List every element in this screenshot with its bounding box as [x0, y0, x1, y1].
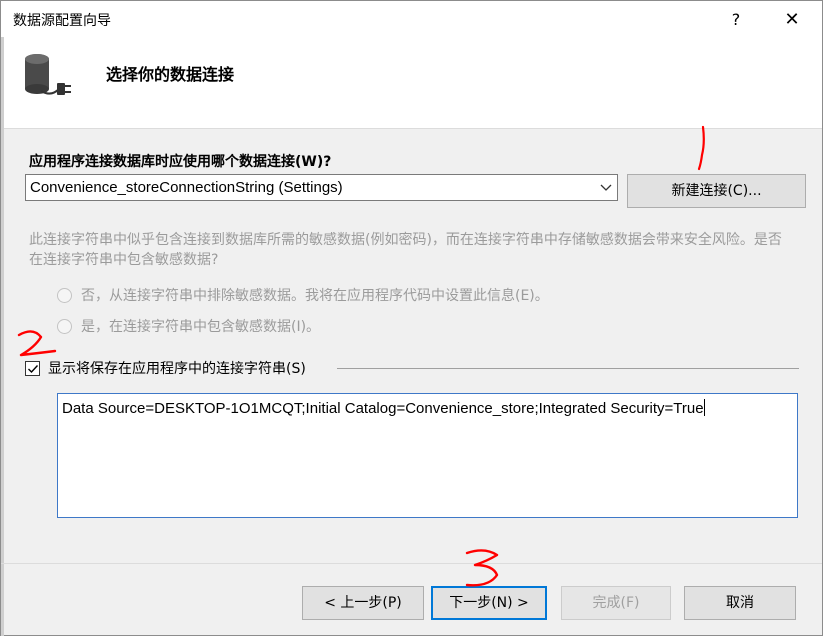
connection-string-value: Data Source=DESKTOP-1O1MCQT;Initial Cata… — [62, 399, 705, 417]
previous-button[interactable]: < 上一步(P) — [302, 586, 424, 620]
exclude-sensitive-label: 否，从连接字符串中排除敏感数据。我将在应用程序代码中设置此信息(E)。 — [81, 288, 549, 304]
finish-button[interactable]: 完成(F) — [561, 586, 671, 620]
title-bar: 数据源配置向导 ? ✕ — [1, 1, 822, 37]
radio-button[interactable] — [57, 287, 72, 303]
include-sensitive-option[interactable]: 是，在连接字符串中包含敏感数据(I)。 — [57, 316, 320, 336]
annotation-mark-3 — [465, 549, 499, 587]
exclude-sensitive-option[interactable]: 否，从连接字符串中排除敏感数据。我将在应用程序代码中设置此信息(E)。 — [57, 285, 549, 305]
page-title: 选择你的数据连接 — [106, 65, 235, 84]
connection-question-label: 应用程序连接数据库时应使用哪个数据连接(W)? — [29, 154, 332, 170]
connection-dropdown[interactable]: Convenience_storeConnectionString (Setti… — [25, 174, 618, 201]
connection-dropdown-value: Convenience_storeConnectionString (Setti… — [30, 179, 343, 196]
cancel-button[interactable]: 取消 — [684, 586, 796, 620]
section-divider — [337, 368, 799, 369]
left-edge — [1, 37, 4, 636]
show-string-label: 显示将保存在应用程序中的连接字符串(S) — [48, 361, 306, 377]
sensitive-data-warning: 此连接字符串中似乎包含连接到数据库所需的敏感数据(例如密码)，而在连接字符串中存… — [29, 232, 782, 268]
chevron-down-icon — [600, 184, 612, 191]
connection-string-textbox[interactable]: Data Source=DESKTOP-1O1MCQT;Initial Cata… — [57, 393, 798, 518]
next-button[interactable]: 下一步(N) > — [431, 586, 547, 620]
checkmark-icon — [28, 364, 39, 373]
radio-button[interactable] — [57, 318, 72, 334]
new-connection-button[interactable]: 新建连接(C)... — [627, 174, 806, 208]
footer-divider — [1, 563, 822, 564]
data-source-wizard-dialog: 数据源配置向导 ? ✕ 选择你的数据连接 应用程序连接数据库时应使用哪个数据连接… — [0, 0, 823, 636]
wizard-header: 选择你的数据连接 — [1, 37, 822, 129]
close-button[interactable]: ✕ — [769, 1, 815, 37]
annotation-mark-2 — [17, 330, 57, 357]
show-string-checkbox[interactable] — [25, 360, 40, 376]
text-caret — [703, 399, 705, 416]
annotation-mark-1 — [697, 125, 705, 171]
window-title: 数据源配置向导 — [13, 13, 111, 29]
help-button[interactable]: ? — [713, 1, 759, 37]
database-plug-icon — [25, 54, 71, 95]
show-connection-string-option[interactable]: 显示将保存在应用程序中的连接字符串(S) — [25, 358, 306, 378]
include-sensitive-label: 是，在连接字符串中包含敏感数据(I)。 — [81, 319, 321, 335]
